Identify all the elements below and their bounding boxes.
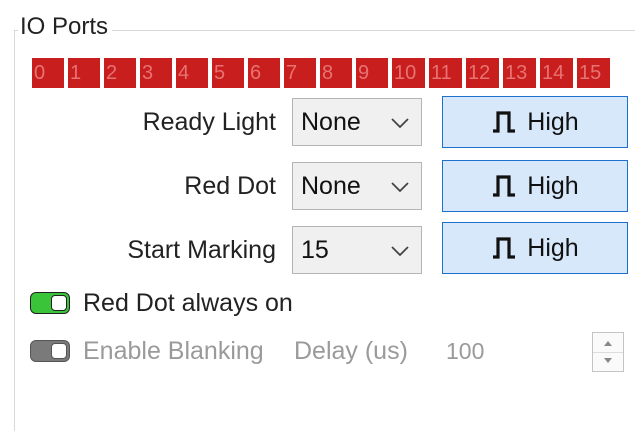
port-15[interactable]: 15 (577, 58, 610, 88)
red-dot-label: Red Dot (184, 172, 276, 200)
start-marking-level-button[interactable]: High (442, 222, 628, 274)
port-1[interactable]: 1 (68, 58, 100, 88)
spin-up-icon (604, 341, 612, 346)
pulse-icon (493, 111, 516, 133)
toggle-knob (51, 295, 67, 311)
port-13[interactable]: 13 (503, 58, 536, 88)
delay-spinbox[interactable] (592, 332, 624, 372)
group-title: IO Ports (18, 12, 113, 42)
spin-down-button[interactable] (593, 352, 623, 371)
start-marking-level-label: High (527, 233, 579, 262)
enable-blanking-label: Enable Blanking (83, 337, 264, 365)
red-dot-always-on-toggle[interactable] (30, 292, 70, 314)
pulse-icon (493, 175, 516, 197)
red-dot-select[interactable]: None (292, 162, 422, 210)
port-12[interactable]: 12 (466, 58, 499, 88)
port-10[interactable]: 10 (392, 58, 425, 88)
red-dot-level-label: High (527, 171, 579, 200)
ready-light-value: None (301, 108, 361, 136)
ready-light-select[interactable]: None (292, 98, 422, 146)
port-strip: 0 1 2 3 4 5 6 7 8 9 10 11 12 13 14 15 (32, 58, 610, 88)
delay-value[interactable]: 100 (446, 334, 484, 368)
start-marking-value: 15 (301, 236, 329, 264)
port-7[interactable]: 7 (284, 58, 316, 88)
red-dot-level-button[interactable]: High (442, 160, 628, 212)
port-4[interactable]: 4 (176, 58, 208, 88)
ready-light-level-button[interactable]: High (442, 96, 628, 148)
port-3[interactable]: 3 (140, 58, 172, 88)
port-2[interactable]: 2 (104, 58, 136, 88)
port-5[interactable]: 5 (212, 58, 244, 88)
ready-light-level-label: High (527, 107, 579, 136)
delay-label: Delay (us) (294, 337, 408, 365)
enable-blanking-toggle[interactable] (30, 340, 70, 362)
chevron-down-icon (391, 118, 409, 129)
start-marking-select[interactable]: 15 (292, 226, 422, 274)
pulse-icon (493, 237, 516, 259)
start-marking-label: Start Marking (127, 236, 276, 264)
chevron-down-icon (391, 246, 409, 257)
port-0[interactable]: 0 (32, 58, 64, 88)
toggle-knob (51, 343, 67, 359)
port-8[interactable]: 8 (320, 58, 352, 88)
port-6[interactable]: 6 (248, 58, 280, 88)
port-9[interactable]: 9 (356, 58, 388, 88)
ready-light-label: Ready Light (142, 108, 276, 136)
spin-down-icon (604, 358, 612, 363)
spin-up-button[interactable] (593, 333, 623, 353)
chevron-down-icon (391, 182, 409, 193)
red-dot-always-on-label: Red Dot always on (83, 289, 293, 317)
port-11[interactable]: 11 (429, 58, 462, 88)
port-14[interactable]: 14 (540, 58, 573, 88)
red-dot-value: None (301, 172, 361, 200)
